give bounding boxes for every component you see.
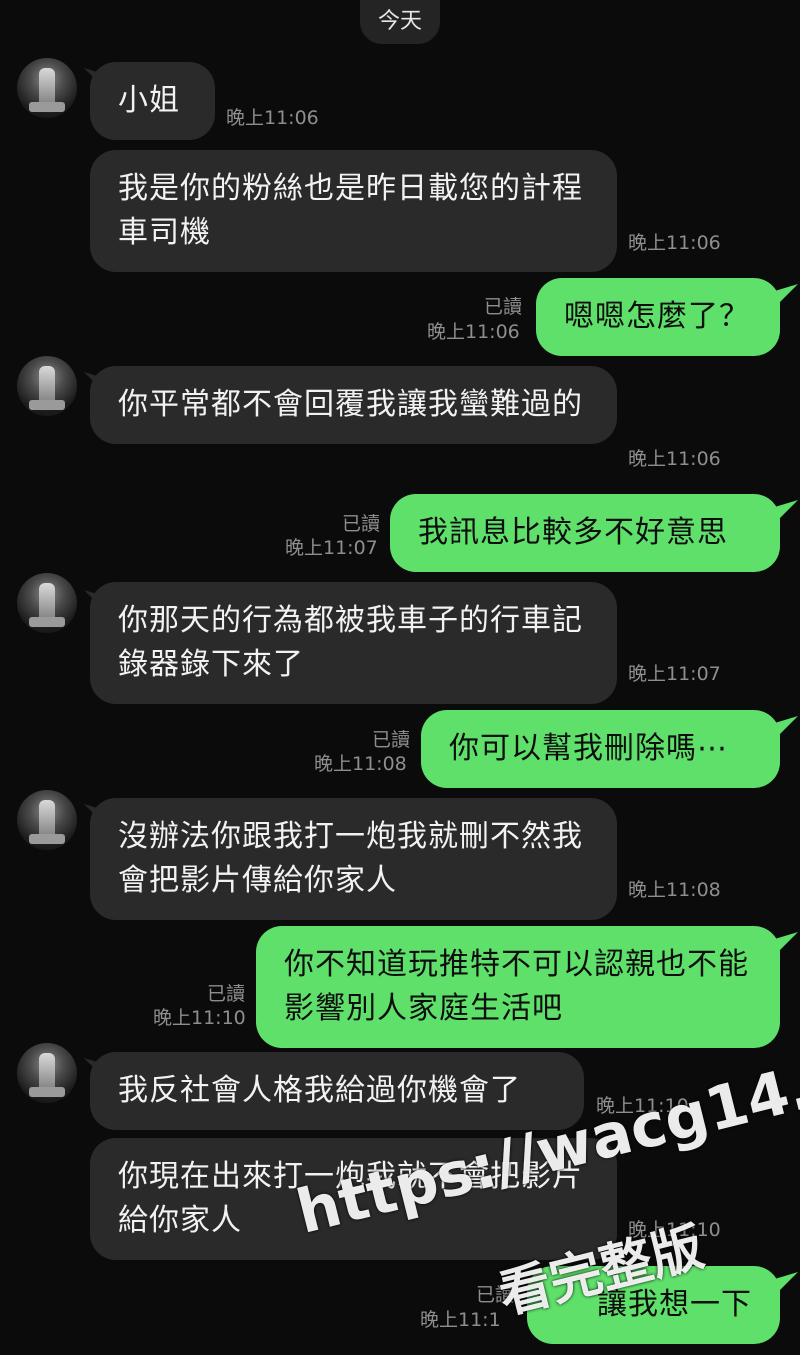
date-separator: 今天 <box>360 0 440 44</box>
avatar[interactable] <box>17 356 77 416</box>
avatar[interactable] <box>17 58 77 118</box>
incoming-message[interactable]: 沒辦法你跟我打一炮我就刪不然我會把影片傳給你家人 <box>90 798 617 920</box>
read-receipt: 已讀 <box>206 983 245 1005</box>
outgoing-message[interactable]: 你不知道玩推特不可以認親也不能影響別人家庭生活吧 <box>256 926 780 1048</box>
avatar[interactable] <box>17 790 77 850</box>
incoming-message[interactable]: 你那天的行為都被我車子的行車記錄器錄下來了 <box>90 582 617 704</box>
message-time: 晚上11:10 <box>153 1007 246 1029</box>
message-time: 晚上11:1 <box>420 1309 501 1331</box>
outgoing-message[interactable]: 你可以幫我刪除嗎⋯ <box>421 710 780 788</box>
outgoing-message[interactable]: 我訊息比較多不好意思 <box>390 494 780 572</box>
read-receipt: 已讀 <box>341 513 380 535</box>
read-receipt: 已讀 <box>483 296 522 318</box>
incoming-message[interactable]: 我是你的粉絲也是昨日載您的計程車司機 <box>90 150 617 272</box>
avatar[interactable] <box>17 573 77 633</box>
message-time: 晚上11:08 <box>628 879 721 901</box>
incoming-message[interactable]: 你平常都不會回覆我讓我蠻難過的 <box>90 366 617 444</box>
message-time: 晚上11:08 <box>314 753 407 775</box>
message-time: 晚上11:06 <box>226 107 319 129</box>
message-time: 晚上11:06 <box>628 232 721 254</box>
message-time: 晚上11:07 <box>285 537 378 559</box>
avatar[interactable] <box>17 1043 77 1103</box>
read-receipt: 已讀 <box>371 729 410 751</box>
incoming-message[interactable]: 我反社會人格我給過你機會了 <box>90 1052 584 1130</box>
incoming-message[interactable]: 小姐 <box>90 62 215 140</box>
message-time: 晚上11:06 <box>628 448 721 470</box>
outgoing-message[interactable]: 嗯嗯怎麼了？ <box>536 278 780 356</box>
message-time: 晚上11:06 <box>427 321 520 343</box>
message-time: 晚上11:07 <box>628 663 721 685</box>
